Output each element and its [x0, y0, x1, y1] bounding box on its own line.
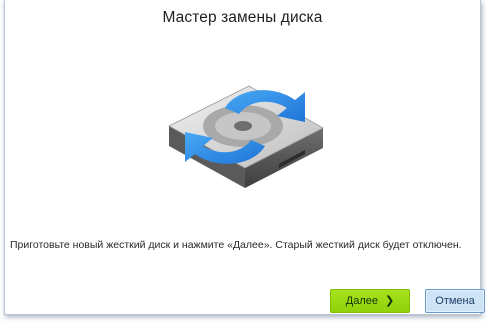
page: Мастер замены диска Приготовьте новый же…: [0, 0, 487, 324]
chevron-right-icon: ❯: [385, 295, 395, 307]
dialog-description: Приготовьте новый жесткий диск и нажмите…: [10, 239, 462, 251]
hard-drive-replace-icon: [168, 85, 324, 188]
disk-replace-wizard-dialog: Мастер замены диска Приготовьте новый же…: [4, 0, 481, 315]
dialog-title: Мастер замены диска: [162, 9, 323, 26]
next-button-label: Далее: [345, 295, 378, 307]
cancel-button[interactable]: Отмена: [425, 289, 485, 313]
cancel-button-label: Отмена: [435, 295, 475, 307]
next-button[interactable]: Далее ❯: [330, 289, 410, 313]
